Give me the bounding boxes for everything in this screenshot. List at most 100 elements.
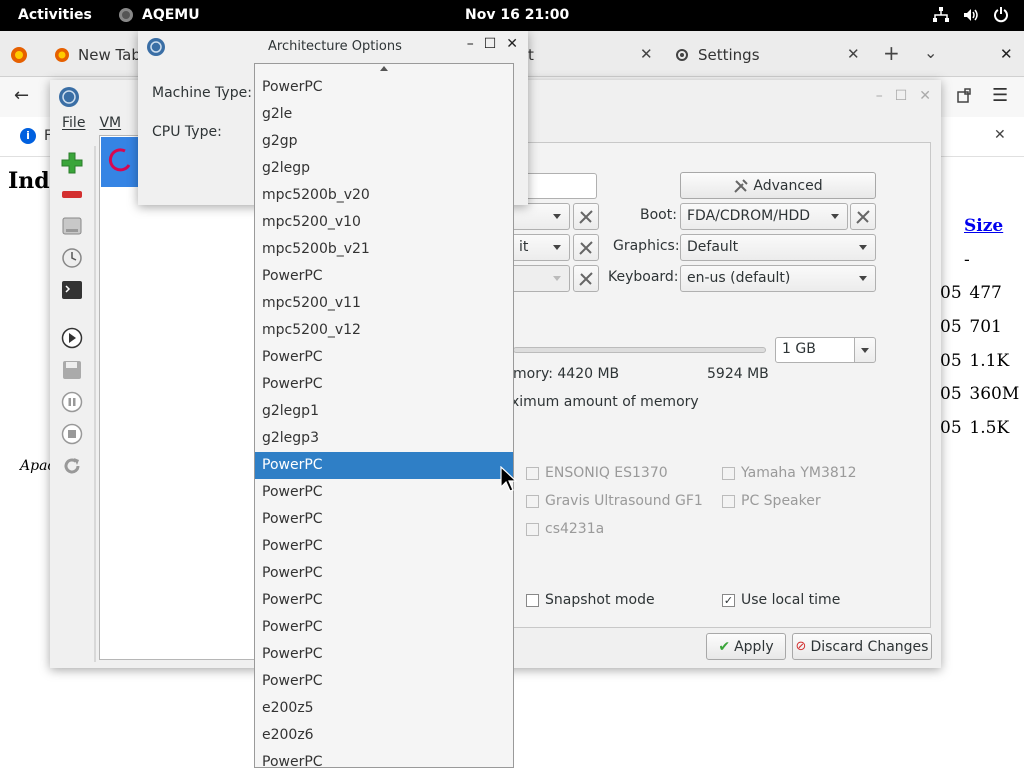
emulator-type-combo[interactable] bbox=[513, 203, 570, 230]
cpu-type-option[interactable]: PowerPC bbox=[255, 587, 513, 614]
back-arrow-icon[interactable]: ← bbox=[14, 85, 29, 106]
cpu-type-option[interactable]: g2legp3 bbox=[255, 425, 513, 452]
emulator-settings-button[interactable] bbox=[573, 203, 599, 230]
close-info-icon[interactable]: ✕ bbox=[994, 127, 1006, 143]
minimize-icon[interactable]: – bbox=[876, 88, 883, 104]
close-tab-icon[interactable]: ✕ bbox=[640, 45, 653, 63]
use-local-time-checkbox[interactable]: ✓ Use local time bbox=[722, 592, 840, 608]
tab-new-tab[interactable]: New Tab bbox=[54, 39, 141, 71]
menu-vm[interactable]: VM bbox=[99, 115, 121, 131]
cpu-type-option[interactable]: mpc5200b_v21 bbox=[255, 236, 513, 263]
chevron-down-icon[interactable]: ⌄ bbox=[924, 43, 937, 62]
cpu-type-dropdown-list[interactable]: PowerPC g2le g2gp g2legp mpc5200b_v20 mpc5200… bbox=[254, 63, 514, 768]
cpu-type-option[interactable]: mpc5200_v10 bbox=[255, 209, 513, 236]
pause-vm-button[interactable] bbox=[60, 390, 84, 414]
extensions-icon[interactable] bbox=[956, 88, 972, 104]
delete-vm-button[interactable] bbox=[60, 183, 84, 207]
cpu-type-option[interactable]: PowerPC bbox=[255, 344, 513, 371]
tools-icon bbox=[856, 209, 870, 224]
clock[interactable]: Nov 16 21:00 bbox=[465, 7, 569, 23]
apply-button[interactable]: ✔ Apply bbox=[706, 633, 786, 660]
close-icon[interactable]: ✕ bbox=[919, 88, 931, 104]
activities-button[interactable]: Activities bbox=[18, 7, 92, 23]
snapshot-mode-checkbox[interactable]: Snapshot mode bbox=[526, 592, 655, 608]
discard-changes-button[interactable]: ⊘ Discard Changes bbox=[792, 633, 932, 660]
stop-vm-button[interactable] bbox=[60, 422, 84, 446]
new-tab-icon[interactable]: + bbox=[883, 41, 900, 65]
cpu-type-option[interactable]: mpc5200_v12 bbox=[255, 317, 513, 344]
app-menu[interactable]: AQEMU bbox=[118, 7, 200, 23]
power-icon bbox=[994, 7, 1008, 23]
architecture-settings-button[interactable] bbox=[573, 234, 599, 261]
cpu-type-option[interactable]: PowerPC bbox=[255, 74, 513, 101]
start-vm-button[interactable] bbox=[60, 326, 84, 350]
clock-button[interactable] bbox=[60, 246, 84, 270]
tab-partial[interactable]: t bbox=[528, 39, 534, 71]
machine-combo[interactable]: it bbox=[513, 234, 570, 261]
cpu-type-option[interactable]: PowerPC bbox=[255, 668, 513, 695]
cpu-type-option[interactable]: PowerPC bbox=[255, 614, 513, 641]
cpu-type-option[interactable]: e200z6 bbox=[255, 722, 513, 749]
scroll-up-arrow-icon[interactable] bbox=[380, 66, 388, 71]
cpu-type-option[interactable]: PowerPC bbox=[255, 452, 513, 479]
cpu-type-option[interactable]: PowerPC bbox=[255, 371, 513, 398]
memory-slider-track[interactable] bbox=[513, 347, 766, 353]
cpu-type-option[interactable]: PowerPC bbox=[255, 506, 513, 533]
listing-row: 05 360M bbox=[940, 384, 1020, 404]
cpu-type-option[interactable]: PowerPC bbox=[255, 533, 513, 560]
sound-cs4231a-checkbox: cs4231a bbox=[526, 521, 604, 537]
vm-list-item[interactable] bbox=[101, 137, 141, 187]
clock-icon bbox=[62, 248, 82, 268]
plus-icon bbox=[61, 152, 83, 174]
cpu-type-option[interactable]: PowerPC bbox=[255, 641, 513, 668]
close-icon[interactable]: ✕ bbox=[506, 36, 518, 52]
reset-vm-button[interactable] bbox=[60, 454, 84, 478]
close-tab-icon[interactable]: ✕ bbox=[847, 45, 860, 63]
close-window-icon[interactable]: ✕ bbox=[1000, 45, 1013, 63]
maximize-icon[interactable]: ☐ bbox=[484, 36, 497, 52]
cpu-type-option[interactable]: PowerPC bbox=[255, 749, 513, 767]
cpu-type-option[interactable]: PowerPC bbox=[255, 479, 513, 506]
apply-label: Apply bbox=[734, 638, 774, 655]
boot-order-combo[interactable]: FDA/CDROM/HDD bbox=[680, 203, 848, 230]
cpu-type-option[interactable]: PowerPC bbox=[255, 263, 513, 290]
vm-list[interactable] bbox=[99, 135, 259, 660]
cpu-type-option[interactable]: e200z5 bbox=[255, 695, 513, 722]
memory-size-spin[interactable]: 1 GB bbox=[775, 337, 876, 363]
terminal-button[interactable] bbox=[60, 278, 84, 302]
tab-settings[interactable]: Settings bbox=[674, 39, 760, 71]
cpu-type-option[interactable]: g2legp bbox=[255, 155, 513, 182]
boot-settings-button[interactable] bbox=[850, 203, 876, 230]
keyboard-value: en-us (default) bbox=[687, 270, 791, 286]
discard-label: Discard Changes bbox=[810, 638, 929, 655]
cpu-type-option[interactable]: mpc5200b_v20 bbox=[255, 182, 513, 209]
cpu-type-option[interactable]: g2gp bbox=[255, 128, 513, 155]
advanced-button[interactable]: Advanced bbox=[680, 172, 876, 199]
cpu-type-option[interactable]: mpc5200_v11 bbox=[255, 290, 513, 317]
mouse-cursor-icon bbox=[500, 466, 518, 492]
tab-label: New Tab bbox=[78, 46, 141, 64]
add-vm-button[interactable] bbox=[60, 151, 84, 175]
cpu-type-option[interactable]: PowerPC bbox=[255, 560, 513, 587]
dialog-title: Architecture Options bbox=[268, 39, 402, 54]
window-controls[interactable]: – ☐ ✕ bbox=[467, 36, 518, 52]
menu-file[interactable]: File bbox=[62, 115, 85, 131]
max-memory-checkbox-label[interactable]: ximum amount of memory bbox=[511, 394, 699, 410]
cpu-type-option[interactable]: g2le bbox=[255, 101, 513, 128]
maximize-icon[interactable]: ☐ bbox=[895, 88, 908, 104]
hamburger-menu-icon[interactable]: ☰ bbox=[992, 85, 1008, 106]
cpu-settings-button[interactable] bbox=[573, 265, 599, 292]
window-controls[interactable]: – ☐ ✕ bbox=[876, 88, 931, 104]
keyboard-combo[interactable]: en-us (default) bbox=[680, 265, 876, 292]
minimize-icon[interactable]: – bbox=[467, 36, 474, 52]
cpu-type-option[interactable]: g2legp1 bbox=[255, 398, 513, 425]
storage-button[interactable] bbox=[60, 214, 84, 238]
save-state-button[interactable] bbox=[60, 358, 84, 382]
size-column-header[interactable]: Size bbox=[964, 216, 1003, 236]
graphics-combo[interactable]: Default bbox=[680, 234, 876, 261]
system-tray[interactable] bbox=[932, 6, 1010, 24]
boot-value: FDA/CDROM/HDD bbox=[687, 208, 811, 224]
firefox-icon[interactable] bbox=[10, 46, 28, 64]
cpu-count-combo bbox=[513, 265, 570, 292]
dialog-titlebar[interactable]: Architecture Options – ☐ ✕ bbox=[138, 31, 528, 62]
